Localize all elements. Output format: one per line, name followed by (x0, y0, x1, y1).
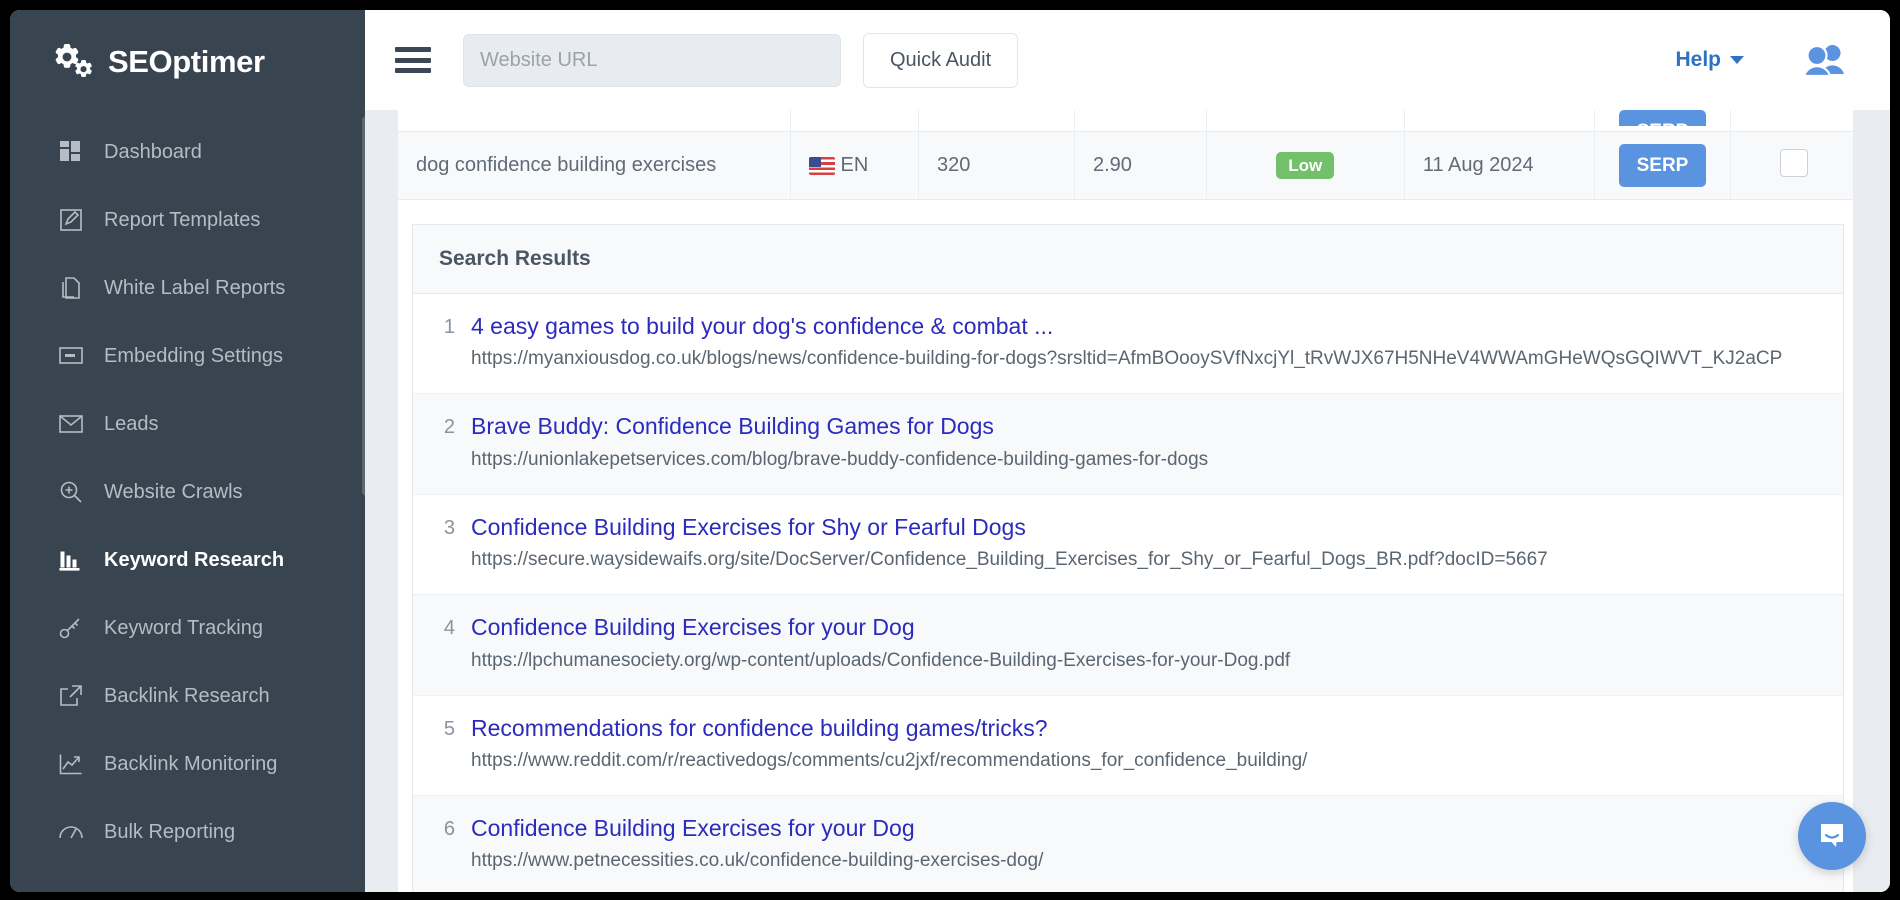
serp-button[interactable]: SERP (1619, 144, 1707, 187)
cell-competition: Low (1206, 132, 1404, 200)
sidebar-item-report-templates[interactable]: Report Templates (10, 186, 365, 254)
result-title-link[interactable]: Recommendations for confidence building … (471, 714, 1817, 743)
result-rank: 6 (433, 814, 455, 875)
result-title-link[interactable]: Confidence Building Exercises for your D… (471, 613, 1817, 642)
hamburger-icon[interactable] (395, 47, 431, 73)
seoptimer-logo-icon (52, 40, 96, 84)
result-url: https://lpchumanesociety.org/wp-content/… (471, 648, 1817, 675)
sidebar-item-dashboard[interactable]: Dashboard (10, 118, 365, 186)
cell-date: 11 Aug 2024 (1404, 132, 1594, 200)
bar-chart-icon (58, 547, 84, 573)
sidebar-item-label: Keyword Tracking (104, 617, 263, 640)
external-link-icon (58, 683, 84, 709)
chat-bubble-icon[interactable] (1798, 802, 1866, 870)
sidebar-item-website-crawls[interactable]: Website Crawls (10, 458, 365, 526)
gauge-icon (58, 819, 84, 845)
sidebar-item-label: Report Templates (104, 209, 260, 232)
brand-logo-area[interactable]: SEOptimer (10, 10, 365, 110)
cell-serp: SERP (1594, 132, 1731, 200)
result-url: https://secure.waysidewaifs.org/site/Doc… (471, 547, 1817, 574)
result-title-link[interactable]: Confidence Building Exercises for your D… (471, 814, 1817, 843)
list-item[interactable]: 5 Recommendations for confidence buildin… (413, 696, 1843, 796)
result-rank: 5 (433, 714, 455, 775)
sidebar-item-backlink-monitoring[interactable]: Backlink Monitoring (10, 730, 365, 798)
embed-box-icon (58, 343, 84, 369)
keyword-panel: SERP dog confidence building exercises E… (398, 110, 1858, 892)
result-rank: 2 (433, 412, 455, 473)
topbar: Quick Audit Help (365, 10, 1890, 110)
result-url: https://www.reddit.com/r/reactivedogs/co… (471, 748, 1817, 775)
chevron-down-icon (1730, 56, 1744, 64)
cell-checkbox (1731, 132, 1858, 200)
status-badge: Low (1276, 152, 1334, 179)
us-flag-icon (809, 157, 835, 175)
result-rank: 4 (433, 613, 455, 674)
table-row[interactable]: dog confidence building exercises EN 320… (398, 132, 1858, 200)
list-item[interactable]: 2 Brave Buddy: Confidence Building Games… (413, 394, 1843, 494)
sidebar-item-leads[interactable]: Leads (10, 390, 365, 458)
trend-up-icon (58, 751, 84, 777)
table-row-partial: SERP (398, 110, 1858, 132)
topbar-right: Help (1675, 43, 1848, 77)
sidebar-item-label: White Label Reports (104, 277, 285, 300)
cell-volume: 320 (919, 132, 1075, 200)
cell-keyword: dog confidence building exercises (398, 132, 790, 200)
list-item[interactable]: 4 Confidence Building Exercises for your… (413, 595, 1843, 695)
list-item[interactable]: 3 Confidence Building Exercises for Shy … (413, 495, 1843, 595)
sidebar-item-bulk-reporting[interactable]: Bulk Reporting (10, 798, 365, 866)
sidebar-item-embedding-settings[interactable]: Embedding Settings (10, 322, 365, 390)
search-results-heading: Search Results (413, 225, 1843, 294)
row-checkbox[interactable] (1780, 149, 1808, 177)
sidebar-item-label: Backlink Research (104, 685, 270, 708)
serp-button-previous[interactable]: SERP (1619, 110, 1707, 126)
pencil-square-icon (58, 207, 84, 233)
sidebar-item-label: Bulk Reporting (104, 821, 235, 844)
key-icon (58, 615, 84, 641)
page-right-gutter (1853, 110, 1890, 892)
list-item[interactable]: 1 4 easy games to build your dog's confi… (413, 294, 1843, 394)
result-url: https://myanxiousdog.co.uk/blogs/news/co… (471, 346, 1817, 373)
sidebar-item-label: Dashboard (104, 141, 202, 164)
result-url: https://unionlakepetservices.com/blog/br… (471, 447, 1817, 474)
sidebar-item-label: Leads (104, 413, 159, 436)
sidebar-item-label: Backlink Monitoring (104, 753, 277, 776)
help-menu[interactable]: Help (1675, 48, 1744, 72)
result-url: https://www.petnecessities.co.uk/confide… (471, 848, 1817, 875)
sidebar-nav: Dashboard Report Templates White Label R… (10, 110, 365, 866)
search-results-panel: Search Results 1 4 easy games to build y… (412, 224, 1844, 892)
users-avatar-icon[interactable] (1802, 43, 1848, 77)
magnifier-plus-icon (58, 479, 84, 505)
sidebar-item-label: Website Crawls (104, 481, 243, 504)
dashboard-icon (58, 139, 84, 165)
help-label: Help (1675, 48, 1721, 72)
sidebar-item-white-label-reports[interactable]: White Label Reports (10, 254, 365, 322)
website-url-input[interactable] (463, 34, 841, 87)
quick-audit-button[interactable]: Quick Audit (863, 33, 1018, 88)
sidebar-item-keyword-tracking[interactable]: Keyword Tracking (10, 594, 365, 662)
result-rank: 1 (433, 312, 455, 373)
app-window: SEOptimer Dashboard Report Templates Whi… (10, 10, 1890, 892)
brand-name: SEOptimer (108, 44, 265, 80)
copy-pages-icon (58, 275, 84, 301)
cell-language: EN (790, 132, 919, 200)
list-item[interactable]: 6 Confidence Building Exercises for your… (413, 796, 1843, 892)
result-title-link[interactable]: 4 easy games to build your dog's confide… (471, 312, 1817, 341)
cell-cpc: 2.90 (1075, 132, 1207, 200)
sidebar-item-backlink-research[interactable]: Backlink Research (10, 662, 365, 730)
sidebar: SEOptimer Dashboard Report Templates Whi… (10, 10, 365, 892)
content-scroll-region[interactable]: SERP dog confidence building exercises E… (365, 110, 1890, 892)
sidebar-item-label: Keyword Research (104, 549, 284, 572)
keyword-table: SERP dog confidence building exercises E… (398, 110, 1858, 200)
result-title-link[interactable]: Confidence Building Exercises for Shy or… (471, 513, 1817, 542)
main-area: Quick Audit Help (365, 10, 1890, 892)
language-label: EN (841, 154, 869, 177)
result-rank: 3 (433, 513, 455, 574)
sidebar-item-label: Embedding Settings (104, 345, 283, 368)
result-title-link[interactable]: Brave Buddy: Confidence Building Games f… (471, 412, 1817, 441)
envelope-icon (58, 411, 84, 437)
sidebar-item-keyword-research[interactable]: Keyword Research (10, 526, 365, 594)
